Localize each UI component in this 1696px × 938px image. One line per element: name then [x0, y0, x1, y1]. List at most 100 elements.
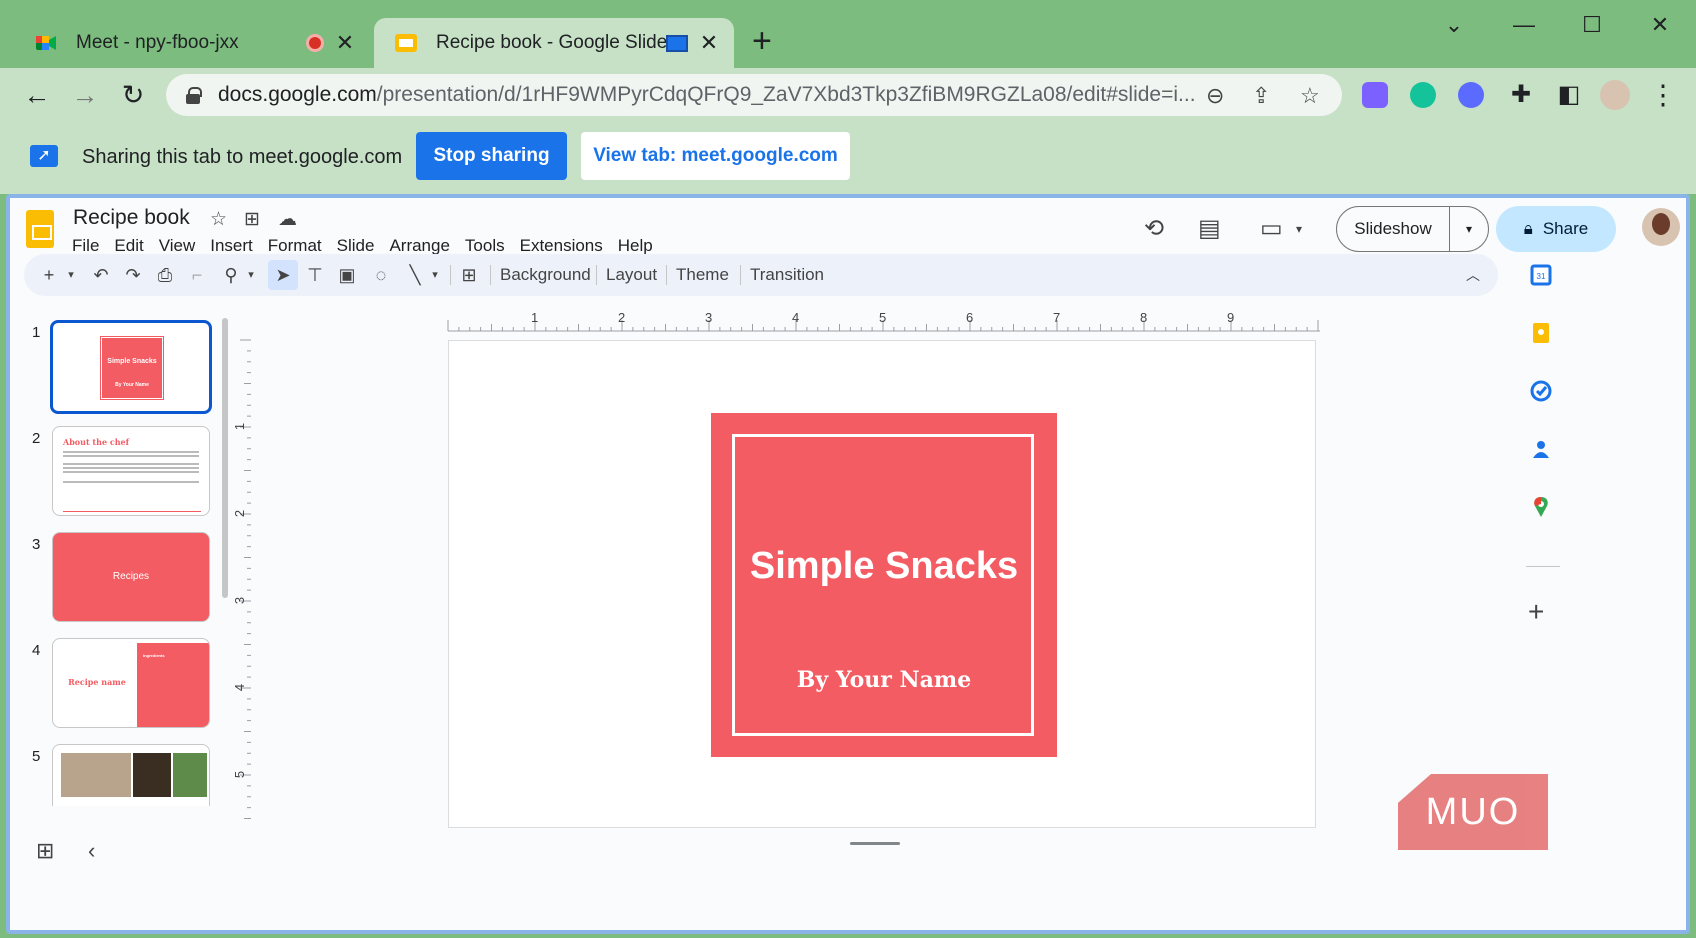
- close-tab-icon[interactable]: ✕: [698, 30, 720, 56]
- speaker-notes-handle[interactable]: [850, 842, 900, 845]
- add-comment-icon[interactable]: ⊞: [456, 263, 482, 287]
- thumb-subtitle: By Your Name: [102, 382, 162, 388]
- star-icon[interactable]: ☆: [210, 208, 227, 231]
- side-panel-divider: [1526, 566, 1560, 567]
- share-page-icon[interactable]: ⇪: [1252, 83, 1270, 109]
- print-icon[interactable]: ⎙: [152, 263, 178, 287]
- menu-view[interactable]: View: [159, 236, 196, 256]
- account-avatar[interactable]: [1642, 208, 1680, 246]
- thumb-card: Simple Snacks By Your Name: [101, 337, 163, 399]
- side-panel-icon[interactable]: ◧: [1552, 78, 1586, 112]
- tab-sharing-bar: ➚ Sharing this tab to meet.google.com St…: [0, 122, 1696, 194]
- menu-extensions[interactable]: Extensions: [520, 236, 603, 256]
- current-slide[interactable]: Simple Snacks By Your Name: [448, 340, 1316, 828]
- tab-slides[interactable]: Recipe book - Google Slides ✕: [374, 18, 734, 68]
- back-icon[interactable]: ←: [20, 78, 54, 112]
- slide-thumbnail-5[interactable]: [52, 744, 210, 806]
- layout-button[interactable]: Layout: [606, 265, 657, 285]
- screen-share-icon: ➚: [30, 145, 58, 167]
- forward-icon[interactable]: →: [68, 78, 102, 112]
- filmstrip-scrollbar[interactable]: [222, 318, 228, 598]
- minimize-icon[interactable]: —: [1506, 12, 1542, 38]
- address-bar[interactable]: docs.google.com/presentation/d/1rHF9WMPy…: [166, 74, 1342, 116]
- ruler-label: 2: [232, 510, 247, 517]
- background-button[interactable]: Background: [500, 265, 591, 285]
- calendar-icon[interactable]: 31: [1530, 264, 1552, 286]
- slide-subtitle[interactable]: By Your Name: [711, 667, 1057, 693]
- slideshow-button[interactable]: Slideshow ▾: [1336, 206, 1489, 252]
- select-arrow-icon[interactable]: ➤: [268, 260, 298, 290]
- browser-menu-icon[interactable]: ⋮: [1646, 78, 1680, 112]
- sharing-highlight-frame: Recipe book ☆ ⊞ ☁ File Edit View Insert …: [6, 194, 1690, 934]
- slideshow-dropdown-icon[interactable]: ▾: [1450, 207, 1488, 251]
- document-title[interactable]: Recipe book: [73, 206, 190, 230]
- menu-file[interactable]: File: [72, 236, 99, 256]
- reload-icon[interactable]: ↻: [116, 78, 150, 112]
- view-tab-button[interactable]: View tab: meet.google.com: [581, 132, 850, 180]
- filmstrip: 1 Simple Snacks By Your Name 2 About the…: [10, 306, 242, 806]
- bookmark-star-icon[interactable]: ☆: [1300, 83, 1320, 109]
- extension-gear-icon[interactable]: [1458, 82, 1484, 108]
- new-slide-dropdown-icon[interactable]: ▾: [58, 263, 84, 287]
- image-icon[interactable]: ▣: [334, 263, 360, 287]
- slide-thumbnail-2[interactable]: About the chef: [52, 426, 210, 516]
- slides-logo-icon[interactable]: [26, 210, 54, 248]
- menu-format[interactable]: Format: [268, 236, 322, 256]
- new-tab-icon[interactable]: +: [752, 24, 772, 58]
- lock-icon[interactable]: [186, 87, 200, 103]
- zoom-icon[interactable]: ⊖: [1206, 83, 1224, 109]
- window-close-icon[interactable]: ✕: [1642, 12, 1678, 38]
- zoom-dropdown-icon[interactable]: ▾: [238, 263, 264, 287]
- keep-icon[interactable]: [1530, 322, 1552, 344]
- stop-sharing-button[interactable]: Stop sharing: [416, 132, 567, 180]
- horizontal-ruler: [248, 310, 1526, 332]
- slideshow-label[interactable]: Slideshow: [1337, 207, 1450, 251]
- profile-avatar[interactable]: [1600, 80, 1630, 110]
- tasks-icon[interactable]: [1530, 380, 1552, 402]
- slide-title[interactable]: Simple Snacks: [711, 545, 1057, 588]
- menu-insert[interactable]: Insert: [210, 236, 253, 256]
- slide-thumbnail-3[interactable]: Recipes: [52, 532, 210, 622]
- thumb-title: Simple Snacks: [102, 358, 162, 365]
- cloud-status-icon[interactable]: ☁: [278, 208, 297, 231]
- meet-call-icon[interactable]: ▭: [1260, 214, 1283, 243]
- maximize-icon[interactable]: ☐: [1574, 12, 1610, 38]
- meet-dropdown-icon[interactable]: ▾: [1296, 222, 1302, 236]
- menu-help[interactable]: Help: [618, 236, 653, 256]
- transition-button[interactable]: Transition: [750, 265, 824, 285]
- grid-view-icon[interactable]: ⊞: [36, 838, 54, 864]
- menu-edit[interactable]: Edit: [114, 236, 143, 256]
- text-box-icon[interactable]: ⊤: [302, 263, 328, 287]
- tab-meet[interactable]: Meet - npy-fboo-jxx ✕: [14, 18, 370, 68]
- theme-button[interactable]: Theme: [676, 265, 729, 285]
- ruler-label: 6: [966, 310, 973, 325]
- menu-tools[interactable]: Tools: [465, 236, 505, 256]
- collapse-toolbar-icon[interactable]: ︿: [1460, 263, 1486, 287]
- url-text: docs.google.com/presentation/d/1rHF9WMPy…: [218, 83, 1198, 107]
- share-button[interactable]: 🔒︎ Share: [1496, 206, 1616, 252]
- undo-icon[interactable]: ↶: [88, 263, 114, 287]
- comments-icon[interactable]: ▤: [1198, 214, 1221, 243]
- collapse-filmstrip-icon[interactable]: ‹: [88, 838, 95, 864]
- extension-d-icon[interactable]: [1362, 82, 1388, 108]
- menu-arrange[interactable]: Arrange: [389, 236, 449, 256]
- menu-bar: File Edit View Insert Format Slide Arran…: [72, 236, 653, 256]
- close-tab-icon[interactable]: ✕: [334, 30, 356, 56]
- line-dropdown-icon[interactable]: ▾: [422, 263, 448, 287]
- grammarly-icon[interactable]: [1410, 82, 1436, 108]
- contacts-icon[interactable]: [1530, 438, 1552, 460]
- tab-search-icon[interactable]: ⌄: [1436, 12, 1472, 38]
- shape-icon[interactable]: ◌: [368, 263, 394, 287]
- version-history-icon[interactable]: ⟲: [1144, 214, 1164, 243]
- title-card[interactable]: Simple Snacks By Your Name: [711, 413, 1057, 757]
- maps-icon[interactable]: [1530, 496, 1552, 518]
- slide-thumbnail-1[interactable]: Simple Snacks By Your Name: [50, 320, 212, 414]
- paint-format-icon[interactable]: ⌐: [184, 263, 210, 287]
- get-addons-icon[interactable]: +: [1528, 596, 1544, 628]
- slide-thumbnail-4[interactable]: Recipe name Ingredients: [52, 638, 210, 728]
- move-folder-icon[interactable]: ⊞: [244, 208, 260, 231]
- menu-slide[interactable]: Slide: [337, 236, 375, 256]
- ruler-label: 4: [232, 684, 247, 691]
- extensions-puzzle-icon[interactable]: ✚: [1504, 78, 1538, 112]
- redo-icon[interactable]: ↷: [120, 263, 146, 287]
